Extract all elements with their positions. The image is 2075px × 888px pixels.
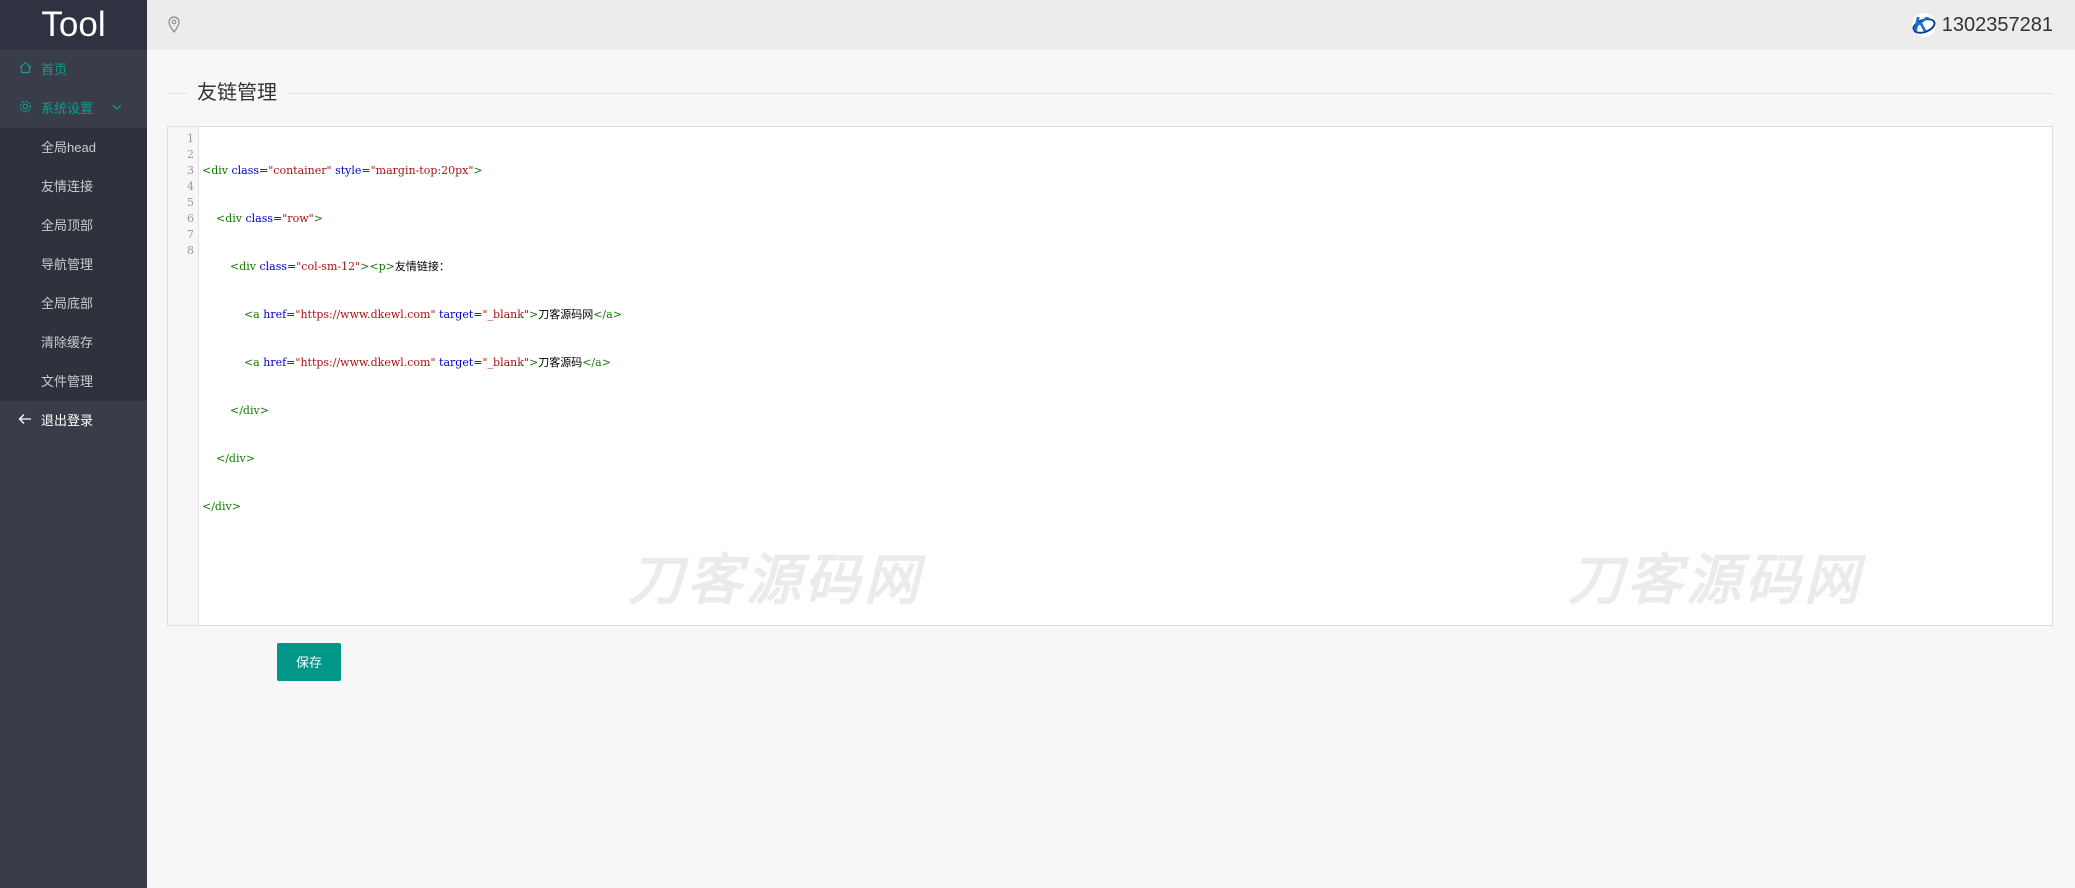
watermark: 刀客源码网	[1568, 548, 1864, 612]
app-logo[interactable]: Tool	[0, 0, 147, 50]
code-editor[interactable]: 1 2 3 4 5 6 7 8 <div class="container" s…	[167, 126, 2053, 626]
line-number: 7	[187, 228, 194, 241]
watermark: 刀客源码网	[628, 548, 924, 612]
sidebar-item-navigation[interactable]: 导航管理	[0, 245, 147, 284]
code-line: <a href="https://www.dkewl.com" target="…	[243, 356, 611, 369]
line-number: 3	[187, 164, 194, 177]
user-name: 1302357281	[1941, 13, 2053, 36]
line-number: 5	[187, 196, 194, 209]
sidebar-item-label: 退出登录	[41, 413, 94, 428]
save-button[interactable]: 保存	[277, 643, 341, 681]
code-line: <div class="row">	[216, 212, 323, 225]
avatar: K	[1911, 13, 1936, 37]
code-line: </div>	[216, 452, 255, 465]
chevron-down-icon	[112, 89, 122, 128]
map-pin-icon[interactable]	[167, 15, 181, 33]
line-number: 4	[187, 180, 194, 193]
sidebar-item-logout[interactable]: 退出登录	[0, 401, 147, 440]
line-number: 2	[187, 148, 194, 161]
sidebar-item-global-top[interactable]: 全局顶部	[0, 206, 147, 245]
sidebar-item-home[interactable]: 首页	[0, 50, 147, 89]
line-number: 6	[187, 212, 194, 225]
sidebar-item-label: 首页	[41, 62, 68, 77]
page-title-fieldset: 友链管理	[167, 80, 2053, 108]
code-line: <div class="container" style="margin-top…	[202, 164, 483, 177]
user-menu[interactable]: K 1302357281	[1911, 12, 2053, 38]
arrow-left-icon	[18, 401, 32, 440]
code-line: </div>	[202, 500, 241, 513]
home-icon	[18, 50, 32, 89]
sidebar-item-system-settings[interactable]: 系统设置	[0, 89, 147, 128]
code-content[interactable]: <div class="container" style="margin-top…	[202, 131, 2052, 547]
sidebar-item-label: 系统设置	[41, 101, 94, 116]
sidebar-item-clear-cache[interactable]: 清除缓存	[0, 323, 147, 362]
gear-icon	[18, 89, 32, 128]
sidebar-submenu: 全局head 友情连接 全局顶部 导航管理 全局底部 清除缓存 文件管理	[0, 128, 147, 401]
sidebar: Tool 首页 系统设置 全局head 友情连接 全局顶部 导航管理 全局底部 …	[0, 0, 147, 888]
sidebar-item-file-manager[interactable]: 文件管理	[0, 362, 147, 401]
page-title: 友链管理	[187, 80, 287, 106]
code-line: </div>	[229, 404, 269, 417]
sidebar-item-global-footer[interactable]: 全局底部	[0, 284, 147, 323]
code-line: <div class="col-sm-12"><p>友情链接：	[229, 260, 450, 273]
line-number: 8	[187, 244, 194, 257]
top-header: K 1302357281	[147, 0, 2075, 50]
sidebar-item-global-head[interactable]: 全局head	[0, 128, 147, 167]
line-number-gutter: 1 2 3 4 5 6 7 8	[168, 127, 199, 625]
code-line: <a href="https://www.dkewl.com" target="…	[243, 308, 622, 321]
sidebar-item-friend-links[interactable]: 友情连接	[0, 167, 147, 206]
line-number: 1	[187, 132, 194, 145]
